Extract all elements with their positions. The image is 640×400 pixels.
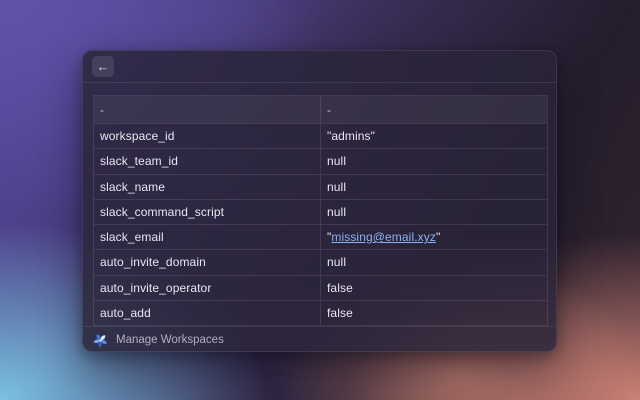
row-value: null bbox=[327, 204, 347, 219]
row-key: auto_invite_operator bbox=[94, 275, 321, 300]
row-key: slack_team_id bbox=[94, 149, 321, 174]
window-titlebar: ← bbox=[83, 51, 556, 83]
table-row: slack_team_id null bbox=[94, 148, 547, 174]
row-value: false bbox=[327, 305, 353, 320]
row-key: auto_add bbox=[94, 300, 321, 325]
footer-label: Manage Workspaces bbox=[116, 334, 224, 346]
email-link[interactable]: missing@email.xyz bbox=[331, 230, 436, 244]
row-value: false bbox=[327, 280, 353, 295]
close-quote: " bbox=[435, 230, 441, 245]
table-row: auto_invite_operator false bbox=[94, 274, 547, 300]
workspace-properties-table: - - workspace_id "admins" slack_team_id nul… bbox=[93, 95, 548, 326]
table-row: workspace_id "admins" bbox=[94, 123, 547, 149]
table-row: slack_email " missing@email.xyz " bbox=[94, 224, 547, 250]
table-area: - - workspace_id "admins" slack_team_id nul… bbox=[83, 83, 556, 326]
table-header-key: - bbox=[94, 96, 321, 123]
row-value: null bbox=[327, 255, 347, 270]
manage-workspaces-window: ← - - workspace_id "admins" slack_team_id n… bbox=[82, 50, 557, 352]
table-row: slack_name null bbox=[94, 173, 547, 199]
row-value: null bbox=[327, 179, 347, 194]
row-value: null bbox=[327, 154, 347, 169]
table-row: auto_invite_domain null bbox=[94, 249, 547, 275]
row-key: slack_command_script bbox=[94, 199, 321, 224]
row-key: slack_email bbox=[94, 225, 321, 250]
back-button[interactable]: ← bbox=[92, 56, 114, 77]
back-arrow-icon: ← bbox=[96, 59, 110, 74]
row-key: workspace_id bbox=[94, 124, 321, 149]
table-row: auto_add false bbox=[94, 299, 547, 325]
table-row: slack_command_script null bbox=[94, 198, 547, 224]
table-header-value: - bbox=[327, 102, 332, 117]
row-key: slack_name bbox=[94, 174, 321, 199]
table-header-row: - - bbox=[94, 96, 547, 123]
row-value: " missing@email.xyz " bbox=[321, 225, 547, 249]
row-key: auto_invite_domain bbox=[94, 250, 321, 275]
window-footer: Manage Workspaces bbox=[83, 326, 556, 351]
row-value: "admins" bbox=[327, 129, 376, 144]
pinwheel-app-icon bbox=[93, 333, 107, 348]
